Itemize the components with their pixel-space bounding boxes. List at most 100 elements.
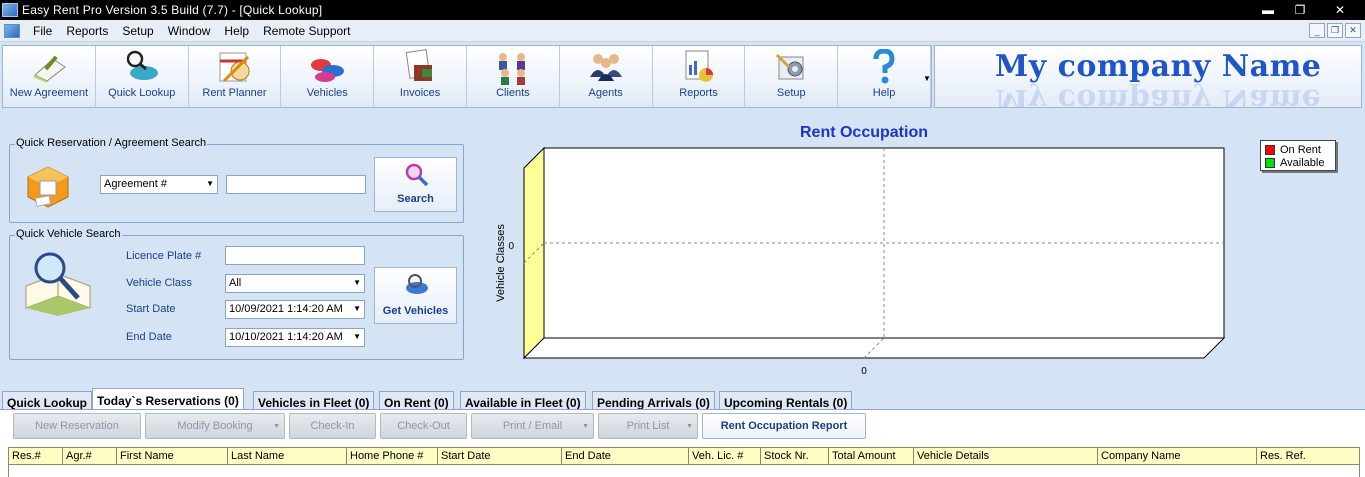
column-header-end-date[interactable]: End Date xyxy=(562,448,689,464)
print-list-button[interactable]: Print List ▼ xyxy=(598,413,698,439)
invoices-icon xyxy=(405,49,433,81)
tab-pending-arrivals[interactable]: Pending Arrivals (0) xyxy=(592,391,715,410)
column-header-veh-lic[interactable]: Veh. Lic. # xyxy=(689,448,761,464)
tab-todays-reservations[interactable]: Today`s Reservations (0) xyxy=(92,388,244,410)
chevron-down-icon: ▼ xyxy=(353,304,361,313)
new-reservation-label: New Reservation xyxy=(35,420,119,432)
print-email-button[interactable]: Print / Email ▼ xyxy=(471,413,594,439)
setup-button[interactable]: Setup xyxy=(745,46,839,107)
help-button[interactable]: Help xyxy=(838,46,931,107)
tab-upcoming-rentals[interactable]: Upcoming Rentals (0) xyxy=(719,391,853,410)
vehicles-search-icon xyxy=(406,274,428,294)
legend-item-available: Available xyxy=(1265,156,1331,169)
new-agreement-button[interactable]: New Agreement xyxy=(3,46,96,107)
maximize-button[interactable]: ❐ xyxy=(1285,0,1315,20)
get-vehicles-button[interactable]: Get Vehicles xyxy=(374,267,457,324)
chart-legend: On Rent Available xyxy=(1260,140,1336,171)
search-type-value: Agreement # xyxy=(104,178,167,190)
menu-setup[interactable]: Setup xyxy=(115,24,160,38)
y-axis-label: Vehicle Classes xyxy=(495,224,507,302)
search-icon xyxy=(405,163,429,187)
clients-label: Clients xyxy=(496,87,530,99)
new-agreement-icon xyxy=(32,55,66,83)
rent-planner-icon xyxy=(219,52,250,83)
tab-on-rent[interactable]: On Rent (0) xyxy=(379,391,454,410)
column-header-agr[interactable]: Agr.# xyxy=(63,448,117,464)
reports-button[interactable]: Reports xyxy=(653,46,746,107)
reservation-search-legend: Quick Reservation / Agreement Search xyxy=(15,137,208,149)
legend-label-on-rent: On Rent xyxy=(1280,143,1321,156)
vehicles-button[interactable]: Vehicles xyxy=(281,46,375,107)
vehicle-class-select[interactable]: All ▼ xyxy=(225,274,365,293)
dropdown-arrow-icon: ▼ xyxy=(582,423,589,430)
column-header-start-date[interactable]: Start Date xyxy=(438,448,562,464)
column-header-first-name[interactable]: First Name xyxy=(117,448,228,464)
help-label: Help xyxy=(872,87,896,99)
check-out-button[interactable]: Check-Out xyxy=(380,413,467,439)
end-date-picker[interactable]: 10/10/2021 1:14:20 AM ▼ xyxy=(225,328,365,347)
agents-label: Agents xyxy=(588,87,623,99)
company-name-reflection: My company Name xyxy=(995,82,1322,108)
app-icon xyxy=(2,3,18,17)
menu-reports[interactable]: Reports xyxy=(59,24,115,38)
column-header-res-ref[interactable]: Res. Ref. xyxy=(1257,448,1359,464)
legend-label-available: Available xyxy=(1280,156,1325,169)
chevron-down-icon: ▼ xyxy=(353,332,361,341)
grid-body xyxy=(8,465,1360,477)
mdi-close-button[interactable]: ✕ xyxy=(1345,23,1361,38)
licence-plate-input[interactable] xyxy=(225,246,365,265)
get-vehicles-label: Get Vehicles xyxy=(382,305,449,317)
legend-swatch-on-rent xyxy=(1265,144,1275,155)
quick-lookup-button[interactable]: Quick Lookup xyxy=(96,46,189,107)
rent-occupation-report-button[interactable]: Rent Occupation Report xyxy=(702,413,866,439)
minimize-button[interactable]: ▬ xyxy=(1251,0,1285,20)
search-button[interactable]: Search xyxy=(374,157,457,212)
search-button-label: Search xyxy=(397,193,434,205)
company-banner: My company Name My company Name xyxy=(934,45,1362,108)
check-out-label: Check-Out xyxy=(397,420,450,432)
modify-booking-button[interactable]: Modify Booking ▼ xyxy=(145,413,285,439)
agents-button[interactable]: Agents xyxy=(560,46,653,107)
menu-help[interactable]: Help xyxy=(217,24,256,38)
toolbar-more-icon[interactable]: ▼ xyxy=(923,74,931,83)
reports-label: Reports xyxy=(679,87,718,99)
vehicles-icon xyxy=(311,59,345,82)
document-icon[interactable] xyxy=(4,23,20,38)
rent-planner-button[interactable]: Rent Planner xyxy=(189,46,282,107)
agreement-search-input[interactable] xyxy=(226,175,366,194)
column-header-stock-nr[interactable]: Stock Nr. xyxy=(761,448,829,464)
tab-quick-lookup[interactable]: Quick Lookup xyxy=(2,391,93,410)
vehicle-search-group: Quick Vehicle Search Licence Plate # Veh… xyxy=(9,228,464,360)
column-header-total-amount[interactable]: Total Amount xyxy=(829,448,914,464)
close-button[interactable]: ✕ xyxy=(1315,0,1365,20)
mdi-minimize-button[interactable]: _ xyxy=(1309,23,1325,38)
legend-swatch-available xyxy=(1265,157,1275,168)
new-agreement-label: New Agreement xyxy=(9,87,89,99)
tab-vehicles-in-fleet[interactable]: Vehicles in Fleet (0) xyxy=(253,391,375,410)
clients-icon xyxy=(498,53,525,85)
vehicle-search-legend: Quick Vehicle Search xyxy=(15,228,122,240)
end-date-label: End Date xyxy=(126,331,172,343)
book-magnifier-icon xyxy=(25,252,91,316)
clients-button[interactable]: Clients xyxy=(467,46,560,107)
column-header-res[interactable]: Res.# xyxy=(9,448,63,464)
new-reservation-button[interactable]: New Reservation xyxy=(13,413,141,439)
start-date-picker[interactable]: 10/09/2021 1:14:20 AM ▼ xyxy=(225,300,365,319)
column-header-vehicle-details[interactable]: Vehicle Details xyxy=(914,448,1098,464)
tab-available-in-fleet[interactable]: Available in Fleet (0) xyxy=(460,391,586,410)
mdi-restore-button[interactable]: ❐ xyxy=(1327,23,1343,38)
check-in-label: Check-In xyxy=(310,420,355,432)
check-in-button[interactable]: Check-In xyxy=(289,413,376,439)
chevron-down-icon: ▼ xyxy=(206,179,214,188)
reports-icon xyxy=(685,50,714,82)
column-header-last-name[interactable]: Last Name xyxy=(228,448,347,464)
window-controls: ▬ ❐ ✕ xyxy=(1251,0,1365,20)
menu-window[interactable]: Window xyxy=(161,24,218,38)
menu-file[interactable]: File xyxy=(26,24,59,38)
column-header-home-phone[interactable]: Home Phone # xyxy=(347,448,438,464)
invoices-button[interactable]: Invoices xyxy=(374,46,467,107)
mdi-controls: _ ❐ ✕ xyxy=(1309,23,1361,38)
search-type-select[interactable]: Agreement # ▼ xyxy=(100,175,218,194)
column-header-company-name[interactable]: Company Name xyxy=(1098,448,1257,464)
menu-remote-support[interactable]: Remote Support xyxy=(256,24,357,38)
